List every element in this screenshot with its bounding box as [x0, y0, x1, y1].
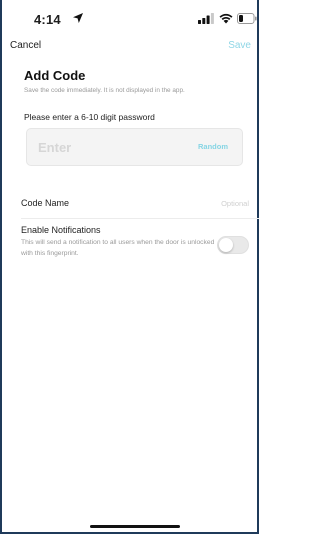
notifications-title: Enable Notifications [21, 225, 101, 235]
password-placeholder: Enter [38, 140, 72, 155]
status-bar: 4:14 [0, 0, 259, 34]
home-indicator[interactable] [90, 525, 180, 528]
page-title: Add Code [24, 68, 86, 83]
save-button[interactable]: Save [228, 40, 251, 51]
cellular-signal-icon [198, 13, 214, 24]
status-time: 4:14 [34, 12, 61, 27]
nav-bar: Cancel Save [0, 36, 259, 58]
battery-icon [237, 13, 257, 24]
divider [21, 218, 259, 219]
password-prompt: Please enter a 6-10 digit password [24, 112, 155, 122]
wifi-icon [219, 13, 233, 24]
page-subtitle: Save the code immediately. It is not dis… [24, 87, 185, 94]
password-input[interactable]: Enter Random [26, 128, 243, 166]
cancel-button[interactable]: Cancel [10, 40, 41, 51]
code-name-input[interactable]: Optional [221, 199, 249, 208]
notifications-description: This will send a notification to all use… [21, 239, 215, 257]
toggle-knob [219, 238, 233, 252]
code-name-row[interactable]: Code Name Optional [0, 194, 259, 216]
code-name-label: Code Name [21, 198, 70, 208]
location-arrow-icon [73, 13, 83, 23]
notifications-toggle[interactable] [217, 236, 249, 254]
random-button[interactable]: Random [198, 142, 228, 151]
